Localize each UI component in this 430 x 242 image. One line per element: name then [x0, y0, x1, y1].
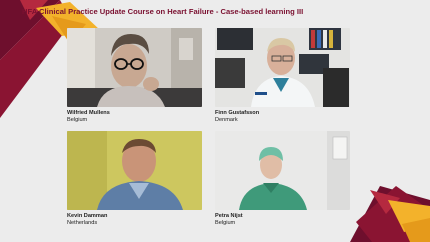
participant-country: Denmark [215, 117, 238, 123]
participant-caption: Finn Gustafsson Denmark [215, 110, 259, 124]
participant-name: Wilfried Mullens [67, 110, 110, 116]
video-tile-petra-nijst[interactable] [215, 131, 350, 210]
video-frame [67, 131, 202, 210]
participant-name: Petra Nijst [215, 213, 243, 219]
video-tile-finn-gustafsson[interactable] [215, 28, 350, 107]
participant-country: Belgium [67, 117, 88, 123]
video-tile-wilfried-mullens[interactable] [67, 28, 202, 107]
participant-caption: Petra Nijst Belgium [215, 213, 243, 227]
video-frame [215, 28, 350, 107]
participant-caption: Wilfried Mullens Belgium [67, 110, 110, 124]
participant-country: Netherlands [67, 220, 98, 226]
participant-name: Kevin Damman [67, 213, 108, 219]
video-frame [215, 131, 350, 210]
video-frame [67, 28, 202, 107]
video-tile-kevin-damman[interactable] [67, 131, 202, 210]
participant-name: Finn Gustafsson [215, 110, 260, 116]
participant-caption: Kevin Damman Netherlands [67, 213, 107, 227]
course-title: HFA Clinical Practice Update Course on H… [22, 7, 304, 16]
participant-country: Belgium [215, 220, 236, 226]
